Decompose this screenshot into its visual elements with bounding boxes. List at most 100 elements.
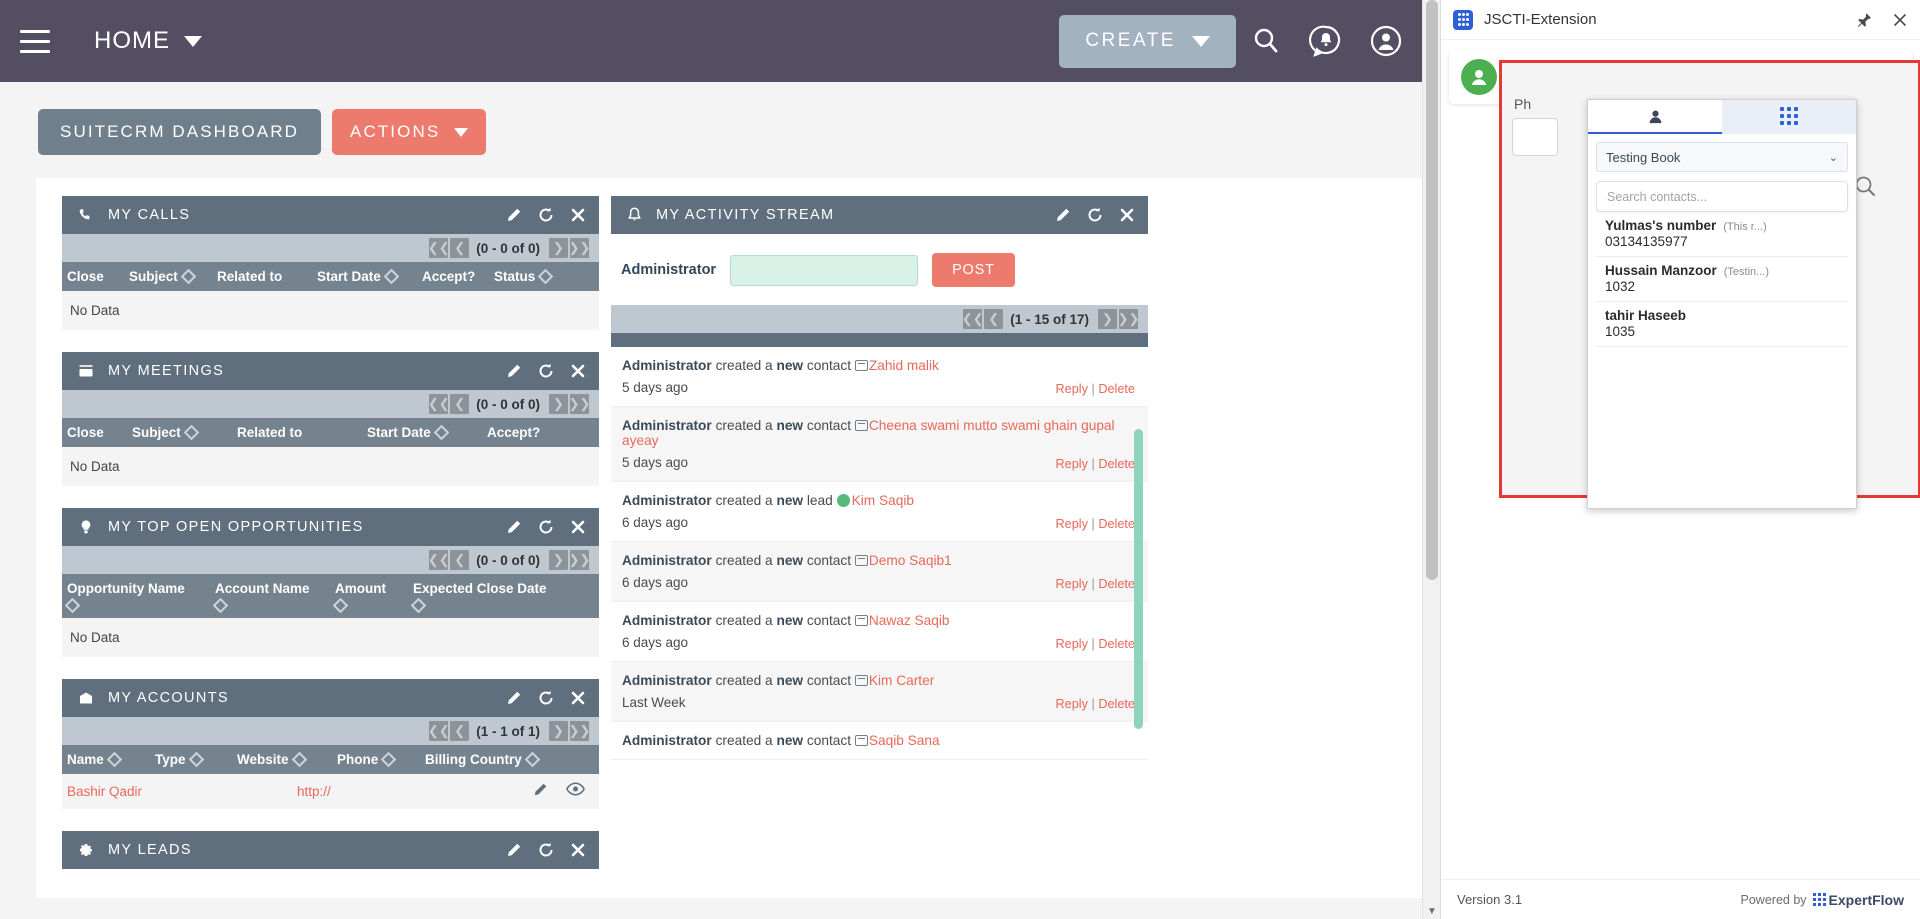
sort-diamond-icon[interactable] xyxy=(411,598,427,614)
activity-target-link[interactable]: Kim Saqib xyxy=(852,493,914,508)
hamburger-menu-icon[interactable] xyxy=(12,21,58,61)
pencil-icon[interactable] xyxy=(505,690,522,707)
column-header[interactable]: Type xyxy=(155,752,186,767)
page-prev-button[interactable]: ❮ xyxy=(450,238,469,258)
pencil-icon[interactable] xyxy=(505,363,522,380)
page-next-button[interactable]: ❯ xyxy=(549,238,568,258)
account-website-link[interactable]: http:// xyxy=(297,784,331,799)
activity-stream-scrollbar[interactable] xyxy=(1134,429,1143,729)
tab-actions[interactable]: ACTIONS xyxy=(332,109,486,155)
create-button[interactable]: CREATE xyxy=(1059,15,1236,68)
column-header[interactable]: Subject xyxy=(132,425,181,440)
close-icon[interactable] xyxy=(570,363,586,379)
page-last-button[interactable]: ❯❯ xyxy=(570,721,589,741)
sort-diamond-icon[interactable] xyxy=(384,269,400,285)
page-next-button[interactable]: ❯ xyxy=(549,721,568,741)
page-prev-button[interactable]: ❮ xyxy=(450,721,469,741)
page-last-button[interactable]: ❯❯ xyxy=(570,394,589,414)
column-header[interactable]: Start Date xyxy=(317,269,381,284)
scroll-down-arrow-icon[interactable]: ▼ xyxy=(1427,906,1437,917)
sort-diamond-icon[interactable] xyxy=(381,752,397,768)
page-first-button[interactable]: ❮❮ xyxy=(429,238,448,258)
column-header[interactable]: Close xyxy=(67,425,104,440)
close-icon[interactable] xyxy=(1892,12,1908,28)
post-button[interactable]: POST xyxy=(932,253,1015,287)
pencil-icon[interactable] xyxy=(505,842,522,859)
page-last-button[interactable]: ❯❯ xyxy=(1119,309,1138,329)
delete-link[interactable]: Delete xyxy=(1098,577,1135,591)
sort-diamond-icon[interactable] xyxy=(180,269,196,285)
activity-target-link[interactable]: Zahid malik xyxy=(869,358,939,373)
pencil-icon[interactable] xyxy=(532,782,548,801)
column-header[interactable]: Start Date xyxy=(367,425,431,440)
delete-link[interactable]: Delete xyxy=(1098,382,1135,396)
column-header[interactable]: Accept? xyxy=(422,269,475,284)
column-header[interactable]: Amount xyxy=(335,581,386,596)
phone-number-input[interactable] xyxy=(1512,118,1558,156)
refresh-icon[interactable] xyxy=(537,841,555,859)
reply-link[interactable]: Reply xyxy=(1056,517,1088,531)
column-header[interactable]: Website xyxy=(237,752,289,767)
page-scrollbar[interactable]: ▲ ▼ xyxy=(1422,0,1440,919)
page-next-button[interactable]: ❯ xyxy=(549,550,568,570)
page-first-button[interactable]: ❮❮ xyxy=(429,721,448,741)
column-header[interactable]: Billing Country xyxy=(425,752,522,767)
sort-diamond-icon[interactable] xyxy=(183,425,199,441)
reply-link[interactable]: Reply xyxy=(1056,637,1088,651)
pencil-icon[interactable] xyxy=(1054,207,1071,224)
delete-link[interactable]: Delete xyxy=(1098,517,1135,531)
activity-target-link[interactable]: Demo Saqib1 xyxy=(869,553,952,568)
column-header[interactable]: Related to xyxy=(237,425,302,440)
page-first-button[interactable]: ❮❮ xyxy=(963,309,982,329)
sort-diamond-icon[interactable] xyxy=(188,752,204,768)
pin-icon[interactable] xyxy=(1857,12,1872,28)
tab-contacts[interactable] xyxy=(1588,100,1722,134)
column-header[interactable]: Close xyxy=(67,269,104,284)
column-header[interactable]: Status xyxy=(494,269,535,284)
page-prev-button[interactable]: ❮ xyxy=(984,309,1003,329)
user-profile-icon[interactable] xyxy=(1356,11,1416,71)
delete-link[interactable]: Delete xyxy=(1098,457,1135,471)
sort-diamond-icon[interactable] xyxy=(333,598,349,614)
sort-diamond-icon[interactable] xyxy=(107,752,123,768)
refresh-icon[interactable] xyxy=(537,206,555,224)
reply-link[interactable]: Reply xyxy=(1056,577,1088,591)
page-prev-button[interactable]: ❮ xyxy=(450,550,469,570)
delete-link[interactable]: Delete xyxy=(1098,697,1135,711)
eye-icon[interactable] xyxy=(566,782,585,801)
sort-diamond-icon[interactable] xyxy=(434,425,450,441)
close-icon[interactable] xyxy=(570,207,586,223)
sort-diamond-icon[interactable] xyxy=(65,598,81,614)
refresh-icon[interactable] xyxy=(537,362,555,380)
tab-dialpad[interactable] xyxy=(1722,100,1856,134)
list-item[interactable]: tahir Haseeb 1035 xyxy=(1596,302,1848,347)
page-prev-button[interactable]: ❮ xyxy=(450,394,469,414)
column-header[interactable]: Expected Close Date xyxy=(413,581,547,596)
refresh-icon[interactable] xyxy=(537,689,555,707)
page-first-button[interactable]: ❮❮ xyxy=(429,394,448,414)
sort-diamond-icon[interactable] xyxy=(291,752,307,768)
refresh-icon[interactable] xyxy=(537,518,555,536)
list-item[interactable]: Hussain Manzoor (Testin...) 1032 xyxy=(1596,257,1848,302)
sort-diamond-icon[interactable] xyxy=(538,269,554,285)
sort-diamond-icon[interactable] xyxy=(213,598,229,614)
column-header[interactable]: Opportunity Name xyxy=(67,581,185,596)
column-header[interactable]: Related to xyxy=(217,269,282,284)
close-icon[interactable] xyxy=(570,842,586,858)
column-header[interactable]: Accept? xyxy=(487,425,540,440)
module-menu-home[interactable]: HOME xyxy=(94,27,202,55)
column-header[interactable]: Name xyxy=(67,752,104,767)
notification-bell-icon[interactable] xyxy=(1296,11,1356,71)
reply-link[interactable]: Reply xyxy=(1056,697,1088,711)
close-icon[interactable] xyxy=(1119,207,1135,223)
tab-suitecrm-dashboard[interactable]: SUITECRM DASHBOARD xyxy=(38,109,321,155)
page-first-button[interactable]: ❮❮ xyxy=(429,550,448,570)
activity-target-link[interactable]: Nawaz Saqib xyxy=(869,613,950,628)
close-icon[interactable] xyxy=(570,519,586,535)
pencil-icon[interactable] xyxy=(505,519,522,536)
search-icon[interactable] xyxy=(1236,11,1296,71)
close-icon[interactable] xyxy=(570,690,586,706)
list-item[interactable]: Yulmas's number (This r...) 03134135977 xyxy=(1596,212,1848,257)
reply-link[interactable]: Reply xyxy=(1056,382,1088,396)
column-header[interactable]: Account Name xyxy=(215,581,310,596)
